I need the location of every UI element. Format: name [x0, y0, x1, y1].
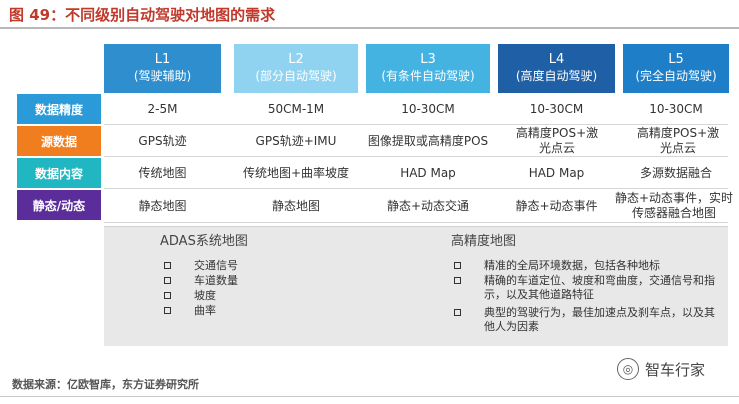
- checkbox-icon: [164, 262, 171, 269]
- table-cell: GPS轨迹+IMU: [255, 133, 337, 148]
- adas-item: 曲率: [164, 304, 324, 318]
- table-cell: 静态+动态交通: [386, 198, 470, 213]
- table-cell: 传统地图+曲率坡度: [242, 165, 350, 180]
- table-cell: 高精度POS+激光点云: [636, 126, 720, 155]
- level-name: L4: [548, 52, 565, 67]
- level-name: L2: [288, 52, 304, 67]
- table-cell: 图像提取或高精度POS: [367, 133, 489, 148]
- checkbox-icon: [164, 277, 171, 284]
- table-cell: 静态地图: [271, 198, 320, 213]
- adas-item: 坡度: [164, 289, 324, 303]
- table-cell: 多源数据融合: [639, 165, 712, 180]
- level-desc: (有条件自动驾驶): [381, 69, 475, 83]
- hd-item: 精确的车道定位、坡度和弯曲度，交通信号和指示，以及其他道路特征: [454, 274, 722, 304]
- row-label-static-dynamic: 静态/动态: [17, 190, 101, 220]
- row-divider: [104, 156, 728, 157]
- figure-title: 图 49：不同级别自动驾驶对地图的需求: [9, 6, 276, 24]
- level-desc: (高度自动驾驶): [515, 69, 598, 83]
- title-divider: [0, 27, 739, 29]
- hd-map-title: 高精度地图: [451, 234, 517, 249]
- table-cell: 静态+动态事件: [515, 198, 598, 213]
- level-desc: (驾驶辅助): [133, 69, 192, 83]
- adas-item: 车道数量: [164, 274, 324, 288]
- level-name: L3: [420, 52, 436, 67]
- table-cell: 10-30CM: [649, 101, 703, 116]
- adas-map-title: ADAS系统地图: [160, 234, 248, 249]
- table-cell: 静态+动态事件，实时传感器融合地图: [614, 191, 734, 220]
- table-cell: 2-5M: [147, 101, 178, 116]
- level-header-l1: L1 (驾驶辅助): [104, 44, 221, 93]
- watermark: ◎ 智车行家: [617, 358, 705, 380]
- table-cell: 高精度POS+激光点云: [515, 126, 599, 155]
- level-name: L5: [668, 52, 684, 67]
- level-name: L1: [154, 52, 171, 67]
- level-desc: (部分自动驾驶): [255, 69, 337, 83]
- level-header-l3: L3 (有条件自动驾驶): [366, 44, 490, 93]
- row-label-precision: 数据精度: [17, 94, 101, 124]
- table-cell: HAD Map: [528, 165, 585, 180]
- data-source-note: 数据来源：亿欧智库，东方证券研究所: [12, 378, 199, 391]
- map-comparison-box: ADAS系统地图 高精度地图 交通信号 车道数量 坡度 曲率 精准的全局环境数据…: [104, 226, 728, 346]
- table-cell: HAD Map: [400, 165, 456, 180]
- table-cell: 10-30CM: [401, 101, 455, 116]
- checkbox-icon: [454, 277, 461, 284]
- checkbox-icon: [164, 307, 171, 314]
- hd-item: 精准的全局环境数据，包括各种地标: [454, 259, 722, 273]
- row-label-content: 数据内容: [17, 158, 101, 188]
- row-divider: [104, 188, 728, 189]
- row-divider: [104, 222, 728, 223]
- checkbox-icon: [164, 292, 171, 299]
- level-header-l2: L2 (部分自动驾驶): [234, 44, 358, 93]
- checkbox-icon: [454, 262, 461, 269]
- table-cell: 静态地图: [138, 198, 187, 213]
- table-cell: 50CM-1M: [267, 101, 325, 116]
- level-desc: (完全自动驾驶): [635, 69, 717, 83]
- wechat-icon: ◎: [617, 358, 639, 380]
- checkbox-icon: [454, 309, 461, 316]
- table-cell: 10-30CM: [529, 101, 584, 116]
- level-header-l4: L4 (高度自动驾驶): [498, 44, 615, 93]
- adas-item: 交通信号: [164, 259, 324, 273]
- level-header-l5: L5 (完全自动驾驶): [623, 44, 729, 93]
- table-cell: 传统地图: [138, 165, 187, 180]
- row-divider: [104, 124, 728, 125]
- footer-divider: [0, 396, 739, 397]
- table-cell: GPS轨迹: [138, 133, 187, 148]
- row-label-source: 源数据: [17, 126, 101, 156]
- hd-item: 典型的驾驶行为，最佳加速点及刹车点，以及其他人为因素: [454, 306, 722, 336]
- watermark-text: 智车行家: [645, 360, 706, 379]
